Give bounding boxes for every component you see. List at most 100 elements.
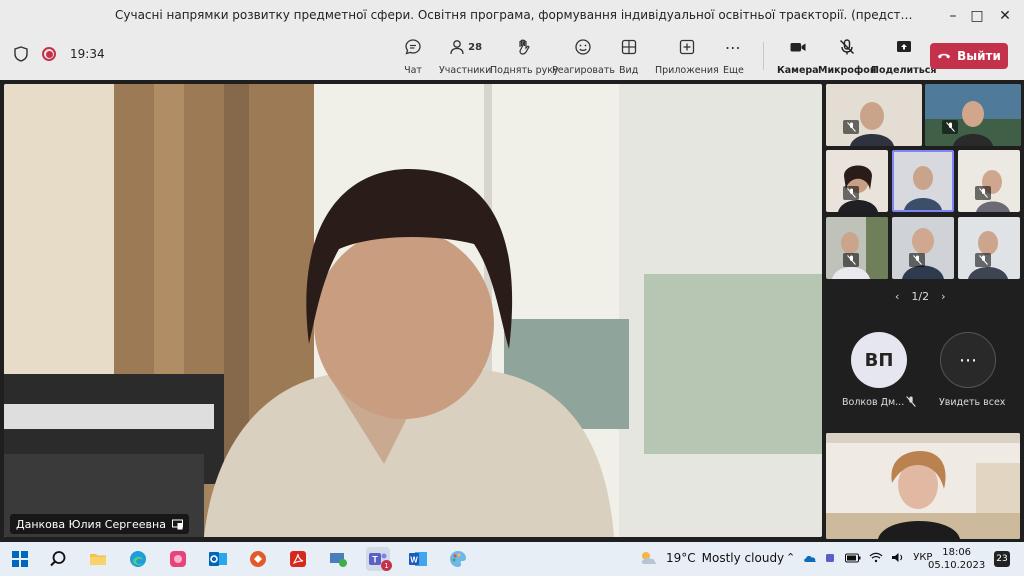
muted-mic-icon xyxy=(942,120,958,134)
meeting-toolbar: 19:34 Чат 28 Участники Поднять руку Реаг… xyxy=(0,32,1024,80)
self-video[interactable] xyxy=(826,433,1020,539)
search-icon xyxy=(50,551,66,567)
ellipsis-icon: ⋯ xyxy=(724,37,742,57)
edge-icon xyxy=(130,551,146,567)
share-screen-icon xyxy=(896,41,911,52)
cloud-sun-icon xyxy=(641,552,656,564)
participants-count: 28 xyxy=(468,41,483,53)
taskbar-paint[interactable] xyxy=(446,547,470,571)
weather-widget[interactable]: 19°C Mostly cloudy xyxy=(638,550,784,566)
apps-button[interactable]: Приложения xyxy=(655,36,719,76)
more-button[interactable]: ⋯ Еще xyxy=(723,36,744,77)
participant-tile[interactable] xyxy=(826,217,888,279)
speaker-nameplate: Данкова Юлия Сергеевна xyxy=(10,514,189,534)
apps-label: Приложения xyxy=(655,65,719,76)
microphone-label: Микрофон xyxy=(818,65,877,76)
mic-off-icon xyxy=(840,39,855,55)
system-clock[interactable]: 18:06 05.10.2023 xyxy=(928,546,985,572)
camera-button[interactable]: Камера xyxy=(777,36,819,76)
raise-hand-button[interactable]: Поднять руку xyxy=(490,36,559,76)
participant-tile[interactable] xyxy=(826,150,888,212)
svg-text:T: T xyxy=(372,555,378,565)
taskbar-remote-app[interactable] xyxy=(246,547,270,571)
search-button[interactable] xyxy=(46,547,70,571)
share-label: Поделиться xyxy=(871,65,937,76)
remote-desktop-icon xyxy=(250,551,266,567)
avatar-initials: ВП xyxy=(864,349,894,371)
chat-label: Чат xyxy=(404,65,422,76)
muted-mic-icon xyxy=(906,396,916,407)
taskbar-teams[interactable]: T 1 xyxy=(366,547,392,571)
chevron-up-icon[interactable]: ⌃ xyxy=(786,551,795,564)
taskbar-outlook[interactable] xyxy=(206,547,230,571)
muted-mic-icon xyxy=(909,253,925,267)
react-button[interactable]: Реагировать xyxy=(552,36,615,76)
screen-share-indicator-icon xyxy=(171,519,183,529)
participant-tile[interactable] xyxy=(958,217,1020,279)
leave-label: Выйти xyxy=(957,49,1001,63)
weather-desc: Mostly cloudy xyxy=(701,551,785,565)
photos-icon xyxy=(170,551,186,567)
outlook-icon xyxy=(209,552,227,566)
ellipsis-icon: ⋯ xyxy=(959,349,977,371)
participant-tile[interactable] xyxy=(925,84,1021,146)
participant-video xyxy=(826,150,888,212)
chevron-right-icon[interactable]: › xyxy=(941,290,945,303)
participant-tile[interactable] xyxy=(958,150,1020,212)
camera-icon xyxy=(790,43,806,52)
meeting-status: 19:34 xyxy=(14,46,105,62)
chat-button[interactable]: Чат xyxy=(404,36,422,76)
meeting-timer: 19:34 xyxy=(70,47,105,61)
taskbar-vpn[interactable] xyxy=(326,547,350,571)
windows-taskbar: T 1 W 19°C Mostly cloudy ⌃ УКР 18:06 05.… xyxy=(0,542,1024,576)
participant-tile-active[interactable] xyxy=(892,150,954,212)
microphone-button[interactable]: Микрофон xyxy=(818,36,876,76)
muted-mic-icon xyxy=(843,253,859,267)
raise-hand-label: Поднять руку xyxy=(490,65,559,76)
camera-label: Камера xyxy=(777,65,819,76)
taskbar-edge[interactable] xyxy=(126,547,150,571)
toolbar-separator xyxy=(763,42,764,70)
participants-label: Участники xyxy=(439,65,492,76)
taskbar-photos[interactable] xyxy=(166,547,190,571)
more-label: Еще xyxy=(723,65,744,76)
taskbar-acrobat[interactable] xyxy=(286,547,310,571)
start-button[interactable] xyxy=(8,547,32,571)
title-bar: Сучасні напрямки розвитку предметної сфе… xyxy=(0,0,1024,32)
view-label: Вид xyxy=(619,65,639,76)
share-button[interactable]: Поделиться xyxy=(871,36,936,76)
main-speaker-video[interactable] xyxy=(4,84,822,537)
teams-tray-icon[interactable] xyxy=(825,552,837,564)
word-icon: W xyxy=(409,552,427,566)
leave-button[interactable]: Выйти xyxy=(930,43,1008,69)
folder-icon xyxy=(90,554,106,565)
battery-icon[interactable] xyxy=(845,553,861,563)
muted-mic-icon xyxy=(975,186,991,200)
taskbar-file-explorer[interactable] xyxy=(86,547,110,571)
participants-button[interactable]: 28 Участники xyxy=(439,36,491,76)
close-button[interactable]: ✕ xyxy=(982,0,1024,32)
notification-badge[interactable]: 23 xyxy=(994,551,1010,567)
taskbar-word[interactable]: W xyxy=(406,547,430,571)
shield-icon xyxy=(14,46,28,62)
participant-avatar[interactable]: ВП xyxy=(851,332,907,388)
clock-time: 18:06 xyxy=(942,547,972,558)
window-title: Сучасні напрямки розвитку предметної сфе… xyxy=(115,8,915,22)
onedrive-icon[interactable] xyxy=(803,553,817,563)
participant-tile[interactable] xyxy=(826,84,922,146)
hang-up-icon xyxy=(938,53,951,59)
recording-icon xyxy=(42,47,56,61)
participant-tile[interactable] xyxy=(892,217,954,279)
gallery-pager: ‹ 1/2 › xyxy=(895,290,946,303)
avatar-caption: Волков Дм... xyxy=(842,397,904,408)
palette-icon xyxy=(450,551,466,567)
wifi-icon[interactable] xyxy=(869,552,883,563)
view-button[interactable]: Вид xyxy=(619,36,638,76)
volume-icon[interactable] xyxy=(891,552,905,563)
muted-mic-icon xyxy=(975,253,991,267)
grid-icon xyxy=(621,39,636,55)
see-all-button[interactable]: ⋯ xyxy=(940,332,996,388)
add-app-icon xyxy=(679,39,695,55)
system-tray: ⌃ УКР xyxy=(786,551,932,564)
chevron-left-icon[interactable]: ‹ xyxy=(895,290,899,303)
